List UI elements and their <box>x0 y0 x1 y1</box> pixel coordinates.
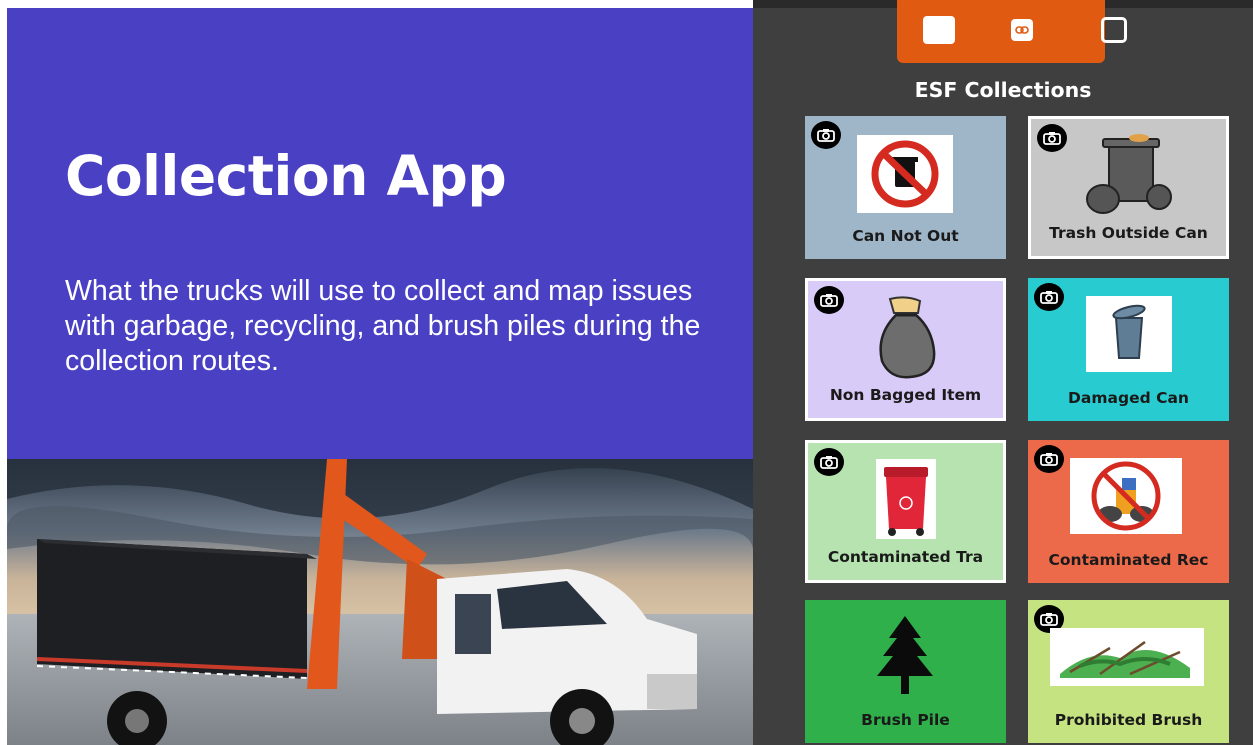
tile-label: Contaminated Tra <box>827 548 984 566</box>
prohibited-recycling-icon <box>1070 458 1182 534</box>
tile-contaminated-trash[interactable]: Contaminated Tra <box>805 440 1006 583</box>
tile-can-not-out[interactable]: Can Not Out <box>805 116 1006 259</box>
brush-debris-icon <box>1050 628 1204 686</box>
square-icon[interactable] <box>923 16 955 44</box>
tile-non-bagged-item[interactable]: Non Bagged Item <box>805 278 1006 421</box>
tile-damaged-can[interactable]: Damaged Can <box>1028 278 1229 421</box>
no-trash-can-icon <box>857 135 953 213</box>
tile-contaminated-recycling[interactable]: Contaminated Rec <box>1028 440 1229 583</box>
tile-brush-pile[interactable]: Brush Pile <box>805 600 1006 743</box>
tile-label: Prohibited Brush <box>1054 711 1203 729</box>
tile-label: Damaged Can <box>1068 389 1189 407</box>
tile-label: Contaminated Rec <box>1048 551 1209 569</box>
damaged-can-icon <box>1086 296 1172 372</box>
truck-photo <box>7 459 753 745</box>
camera-icon[interactable] <box>814 448 844 476</box>
overflowing-trash-icon <box>1086 134 1172 214</box>
page-title: Collection App <box>65 144 507 208</box>
camera-icon[interactable] <box>1037 124 1067 152</box>
link-icon[interactable] <box>1011 19 1033 41</box>
camera-icon[interactable] <box>1034 283 1064 311</box>
toolbar <box>897 0 1127 63</box>
tile-label: Brush Pile <box>861 711 950 729</box>
frame-icon[interactable] <box>1101 17 1127 43</box>
tile-trash-outside-can[interactable]: Trash Outside Can <box>1028 116 1229 259</box>
app-panel: ESF Collections Can Not Out Trash Outsid… <box>753 0 1253 745</box>
camera-icon[interactable] <box>811 121 841 149</box>
red-bin-icon <box>876 459 936 539</box>
camera-icon[interactable] <box>814 286 844 314</box>
garbage-bag-icon <box>879 296 936 379</box>
hero-panel: Collection App What the trucks will use … <box>7 8 753 459</box>
tile-label: Non Bagged Item <box>829 386 982 404</box>
page-description: What the trucks will use to collect and … <box>65 275 701 377</box>
tile-label: Can Not Out <box>852 227 959 245</box>
app-title: ESF Collections <box>914 78 1092 102</box>
tree-icon <box>877 616 933 694</box>
camera-icon[interactable] <box>1034 445 1064 473</box>
tile-prohibited-brush[interactable]: Prohibited Brush <box>1028 600 1229 743</box>
tile-label: Trash Outside Can <box>1049 224 1208 242</box>
